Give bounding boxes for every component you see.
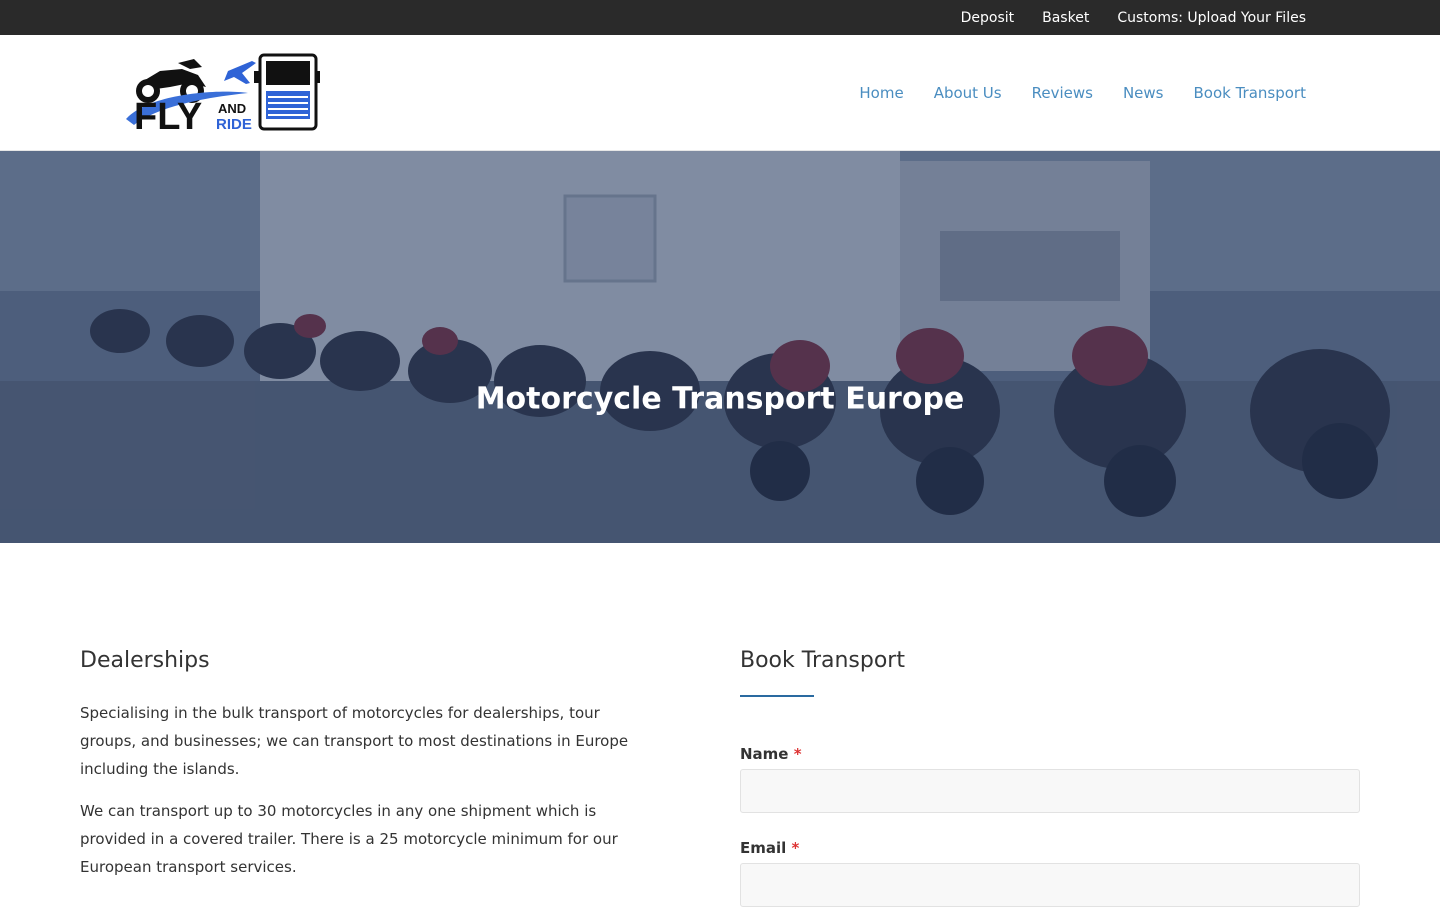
dealerships-section: Dealerships Specialising in the bulk tra… — [80, 648, 660, 895]
required-marker: * — [793, 745, 802, 763]
email-field-group: Email * — [740, 839, 1360, 907]
nav-home[interactable]: Home — [859, 84, 903, 102]
svg-text:AND: AND — [218, 101, 246, 116]
email-label-text: Email — [740, 839, 787, 857]
svg-text:FLY: FLY — [134, 96, 202, 133]
nav-book-transport[interactable]: Book Transport — [1194, 84, 1307, 102]
nav-about-us[interactable]: About Us — [934, 84, 1002, 102]
name-input[interactable] — [740, 769, 1360, 813]
dealerships-paragraph-2: We can transport up to 30 motorcycles in… — [80, 802, 618, 876]
name-label-text: Name — [740, 745, 789, 763]
name-field-group: Name * — [740, 745, 1360, 813]
customs-upload-link[interactable]: Customs: Upload Your Files — [1117, 10, 1306, 26]
nav-news[interactable]: News — [1123, 84, 1164, 102]
hero-overlay — [0, 151, 1440, 543]
book-transport-form: Book Transport Name * Email * — [740, 648, 1360, 907]
email-input[interactable] — [740, 863, 1360, 907]
basket-link[interactable]: Basket — [1042, 10, 1089, 26]
top-links: Deposit Basket Customs: Upload Your File… — [961, 0, 1306, 35]
email-label: Email * — [740, 839, 1360, 857]
name-label: Name * — [740, 745, 1360, 763]
form-heading: Book Transport — [740, 648, 905, 673]
main-nav: Home About Us Reviews News Book Transpor… — [859, 35, 1306, 151]
hero-title: Motorcycle Transport Europe — [475, 381, 965, 417]
deposit-link[interactable]: Deposit — [961, 10, 1015, 26]
dealerships-paragraph-1: Specialising in the bulk transport of mo… — [80, 704, 629, 778]
site-logo[interactable]: FLY AND RIDE — [120, 53, 320, 138]
required-marker: * — [791, 839, 800, 857]
fly-and-ride-logo-icon: FLY AND RIDE — [126, 53, 320, 138]
hero-banner: Motorcycle Transport Europe — [0, 151, 1440, 543]
top-bar: Deposit Basket Customs: Upload Your File… — [0, 0, 1440, 35]
nav-reviews[interactable]: Reviews — [1032, 84, 1093, 102]
heading-underline — [740, 695, 814, 697]
dealerships-heading: Dealerships — [80, 648, 210, 673]
site-header: FLY AND RIDE Home About Us Reviews News … — [0, 35, 1440, 151]
svg-text:RIDE: RIDE — [216, 116, 252, 133]
